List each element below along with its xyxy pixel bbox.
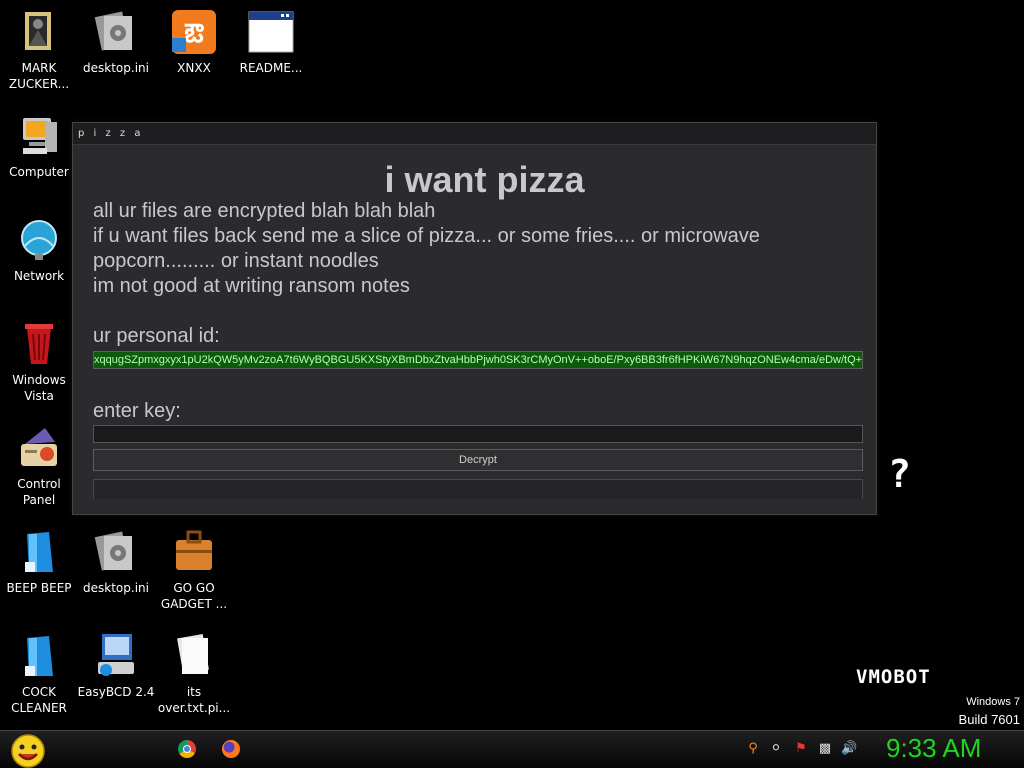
desktop-icon-go-go-gadget[interactable]: GO GO GADGET ...	[155, 528, 233, 612]
ransom-note-line: if u want files back send me a slice of …	[93, 225, 760, 247]
desktop-icon-readme[interactable]: README...	[232, 8, 310, 76]
personal-id-field[interactable]: xqqugSZpmxgxyx1pU2kQW5yMv2zoA7t6WyBQBGU5…	[93, 351, 863, 369]
network-globe-icon	[15, 216, 63, 264]
windows-build-text: Build 7601	[958, 712, 1020, 727]
desktop-icon-label: its over.txt.pi...	[157, 685, 231, 715]
desktop-icon-desktop-ini[interactable]: desktop.ini	[77, 8, 155, 76]
firefox-icon[interactable]	[222, 740, 240, 758]
window-file-icon	[247, 8, 295, 56]
ransom-window: p i z z a i want pizza all ur files are …	[72, 122, 877, 515]
desktop-icon-label: EasyBCD 2.4	[77, 685, 155, 699]
blue-app-icon	[15, 632, 63, 680]
enter-key-label: enter key:	[93, 400, 181, 422]
message-icon[interactable]: ⚪	[768, 741, 784, 757]
window-title-bar[interactable]: p i z z a	[73, 123, 876, 145]
desktop-icon-its-over[interactable]: its over.txt.pi...	[155, 632, 233, 716]
desktop-icon-mark-zucker[interactable]: MARK ZUCKER...	[0, 8, 78, 92]
clock[interactable]: 9:33 AM	[886, 733, 981, 764]
desktop-icon-label: Windows Vista	[12, 373, 66, 403]
windows-version-watermark: Windows 7 Build 7601	[959, 694, 1020, 728]
desktop-icon-computer[interactable]: Computer	[0, 112, 78, 180]
ransom-note-line: all ur files are encrypted blah blah bla…	[93, 200, 436, 222]
desktop-icon-label: XNXX	[177, 61, 211, 75]
decryption-key-input[interactable]	[93, 425, 863, 443]
desktop-icon-beep-beep[interactable]: BEEP BEEP	[0, 528, 78, 596]
desktop-icon-easybcd[interactable]: EasyBCD 2.4	[77, 632, 155, 700]
windows-version-text: Windows 7	[966, 696, 1020, 708]
chrome-icon[interactable]	[178, 740, 196, 758]
desktop-icon-network[interactable]: Network	[0, 216, 78, 284]
settings-file-icon	[92, 528, 140, 576]
ransom-note-line: im not good at writing ransom notes	[93, 275, 410, 297]
control-panel-icon	[15, 424, 63, 472]
text-file-icon	[170, 632, 218, 680]
computer-icon	[15, 112, 63, 160]
status-output-box	[93, 479, 863, 499]
desktop-icon-label: Network	[13, 269, 65, 283]
start-button[interactable]	[8, 733, 48, 768]
desktop-icon-label: BEEP BEEP	[6, 581, 72, 595]
search-icon[interactable]: ⚲	[745, 741, 761, 757]
desktop-icon-label: desktop.ini	[83, 581, 149, 595]
question-mark-cursor-icon: ?	[888, 452, 911, 496]
easybcd-icon	[92, 632, 140, 680]
desktop-icon-label: Computer	[9, 165, 69, 179]
recycle-bin-icon	[15, 320, 63, 368]
desktop-icon-label: GO GO GADGET ...	[160, 581, 228, 611]
network-icon[interactable]: ▩	[817, 741, 833, 757]
smiley-start-icon	[11, 734, 45, 768]
desktop-icon-windows-vista[interactable]: Windows Vista	[0, 320, 78, 404]
ransom-note-line: popcorn......... or instant noodles	[93, 250, 379, 272]
taskbar: ⚲ ⚪ ⚑ ▩ 🔊 9:33 AM	[0, 730, 1024, 768]
personal-id-label: ur personal id:	[93, 325, 220, 347]
svg-text:ఔ: ఔ	[184, 19, 204, 49]
blue-app-icon	[15, 528, 63, 576]
desktop-icon-xnxx[interactable]: ఔ XNXX	[155, 8, 233, 76]
desktop-icon-desktop-ini-2[interactable]: desktop.ini	[77, 528, 155, 596]
desktop-icon-label: Control Panel	[17, 477, 61, 507]
ransom-headline: i want pizza	[384, 159, 585, 200]
desktop-icon-label: desktop.ini	[83, 61, 149, 75]
xampp-icon: ఔ	[170, 8, 218, 56]
vmobot-watermark: VMOBOT	[856, 666, 931, 688]
desktop-icon-label: MARK ZUCKER...	[8, 61, 70, 91]
decrypt-button[interactable]: Decrypt	[93, 449, 863, 471]
desktop-icon-cock-cleaner[interactable]: COCK CLEANER	[0, 632, 78, 716]
briefcase-icon	[170, 528, 218, 576]
desktop-icon-label: COCK CLEANER	[11, 685, 67, 715]
desktop-icon-label: README...	[239, 61, 303, 75]
settings-file-icon	[92, 8, 140, 56]
desktop-icon-control-panel[interactable]: Control Panel	[0, 424, 78, 508]
action-center-flag-icon[interactable]: ⚑	[793, 741, 809, 757]
volume-icon[interactable]: 🔊	[841, 741, 857, 757]
user-folder-icon	[15, 8, 63, 56]
